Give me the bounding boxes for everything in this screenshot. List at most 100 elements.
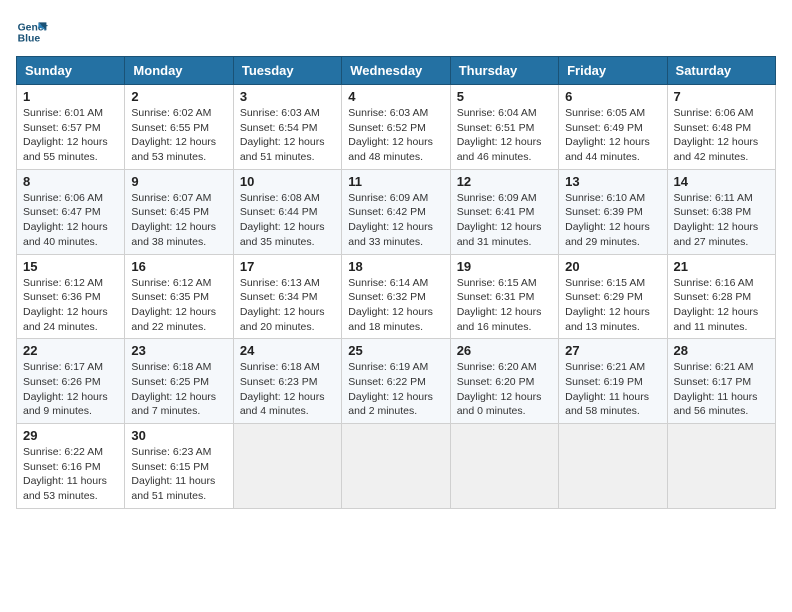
weekday-header-monday: Monday <box>125 57 233 85</box>
day-number: 11 <box>348 174 443 189</box>
weekday-header-friday: Friday <box>559 57 667 85</box>
day-info: Sunrise: 6:03 AM Sunset: 6:54 PM Dayligh… <box>240 106 335 165</box>
weekday-header-wednesday: Wednesday <box>342 57 450 85</box>
day-info: Sunrise: 6:15 AM Sunset: 6:29 PM Dayligh… <box>565 276 660 335</box>
calendar-cell: 19 Sunrise: 6:15 AM Sunset: 6:31 PM Dayl… <box>450 254 558 339</box>
calendar-cell <box>667 424 775 509</box>
day-info: Sunrise: 6:18 AM Sunset: 6:23 PM Dayligh… <box>240 360 335 419</box>
calendar-table: SundayMondayTuesdayWednesdayThursdayFrid… <box>16 56 776 509</box>
day-number: 27 <box>565 343 660 358</box>
day-info: Sunrise: 6:11 AM Sunset: 6:38 PM Dayligh… <box>674 191 769 250</box>
day-info: Sunrise: 6:02 AM Sunset: 6:55 PM Dayligh… <box>131 106 226 165</box>
day-info: Sunrise: 6:21 AM Sunset: 6:17 PM Dayligh… <box>674 360 769 419</box>
day-number: 1 <box>23 89 118 104</box>
weekday-header-thursday: Thursday <box>450 57 558 85</box>
calendar-week-3: 15 Sunrise: 6:12 AM Sunset: 6:36 PM Dayl… <box>17 254 776 339</box>
day-number: 21 <box>674 259 769 274</box>
calendar-cell: 11 Sunrise: 6:09 AM Sunset: 6:42 PM Dayl… <box>342 169 450 254</box>
calendar-cell: 12 Sunrise: 6:09 AM Sunset: 6:41 PM Dayl… <box>450 169 558 254</box>
day-number: 25 <box>348 343 443 358</box>
calendar-cell <box>450 424 558 509</box>
calendar-header: SundayMondayTuesdayWednesdayThursdayFrid… <box>17 57 776 85</box>
calendar-cell: 27 Sunrise: 6:21 AM Sunset: 6:19 PM Dayl… <box>559 339 667 424</box>
calendar-cell: 1 Sunrise: 6:01 AM Sunset: 6:57 PM Dayli… <box>17 85 125 170</box>
calendar-cell: 22 Sunrise: 6:17 AM Sunset: 6:26 PM Dayl… <box>17 339 125 424</box>
calendar-cell: 10 Sunrise: 6:08 AM Sunset: 6:44 PM Dayl… <box>233 169 341 254</box>
day-info: Sunrise: 6:10 AM Sunset: 6:39 PM Dayligh… <box>565 191 660 250</box>
day-number: 18 <box>348 259 443 274</box>
day-info: Sunrise: 6:16 AM Sunset: 6:28 PM Dayligh… <box>674 276 769 335</box>
day-info: Sunrise: 6:04 AM Sunset: 6:51 PM Dayligh… <box>457 106 552 165</box>
day-info: Sunrise: 6:23 AM Sunset: 6:15 PM Dayligh… <box>131 445 226 504</box>
calendar-cell: 7 Sunrise: 6:06 AM Sunset: 6:48 PM Dayli… <box>667 85 775 170</box>
day-info: Sunrise: 6:06 AM Sunset: 6:47 PM Dayligh… <box>23 191 118 250</box>
day-number: 19 <box>457 259 552 274</box>
day-info: Sunrise: 6:14 AM Sunset: 6:32 PM Dayligh… <box>348 276 443 335</box>
calendar-cell: 28 Sunrise: 6:21 AM Sunset: 6:17 PM Dayl… <box>667 339 775 424</box>
calendar-cell <box>233 424 341 509</box>
calendar-cell: 15 Sunrise: 6:12 AM Sunset: 6:36 PM Dayl… <box>17 254 125 339</box>
calendar-cell: 21 Sunrise: 6:16 AM Sunset: 6:28 PM Dayl… <box>667 254 775 339</box>
day-info: Sunrise: 6:05 AM Sunset: 6:49 PM Dayligh… <box>565 106 660 165</box>
calendar-cell: 6 Sunrise: 6:05 AM Sunset: 6:49 PM Dayli… <box>559 85 667 170</box>
day-number: 29 <box>23 428 118 443</box>
day-number: 16 <box>131 259 226 274</box>
calendar-cell: 4 Sunrise: 6:03 AM Sunset: 6:52 PM Dayli… <box>342 85 450 170</box>
calendar-cell <box>342 424 450 509</box>
calendar-week-5: 29 Sunrise: 6:22 AM Sunset: 6:16 PM Dayl… <box>17 424 776 509</box>
day-number: 9 <box>131 174 226 189</box>
calendar-cell: 8 Sunrise: 6:06 AM Sunset: 6:47 PM Dayli… <box>17 169 125 254</box>
day-info: Sunrise: 6:01 AM Sunset: 6:57 PM Dayligh… <box>23 106 118 165</box>
calendar-cell: 13 Sunrise: 6:10 AM Sunset: 6:39 PM Dayl… <box>559 169 667 254</box>
day-info: Sunrise: 6:18 AM Sunset: 6:25 PM Dayligh… <box>131 360 226 419</box>
day-number: 2 <box>131 89 226 104</box>
calendar-cell <box>559 424 667 509</box>
day-info: Sunrise: 6:06 AM Sunset: 6:48 PM Dayligh… <box>674 106 769 165</box>
day-info: Sunrise: 6:03 AM Sunset: 6:52 PM Dayligh… <box>348 106 443 165</box>
weekday-header-tuesday: Tuesday <box>233 57 341 85</box>
day-info: Sunrise: 6:12 AM Sunset: 6:36 PM Dayligh… <box>23 276 118 335</box>
day-number: 10 <box>240 174 335 189</box>
weekday-header-saturday: Saturday <box>667 57 775 85</box>
calendar-cell: 23 Sunrise: 6:18 AM Sunset: 6:25 PM Dayl… <box>125 339 233 424</box>
day-info: Sunrise: 6:19 AM Sunset: 6:22 PM Dayligh… <box>348 360 443 419</box>
day-info: Sunrise: 6:07 AM Sunset: 6:45 PM Dayligh… <box>131 191 226 250</box>
calendar-cell: 3 Sunrise: 6:03 AM Sunset: 6:54 PM Dayli… <box>233 85 341 170</box>
day-number: 20 <box>565 259 660 274</box>
calendar-cell: 14 Sunrise: 6:11 AM Sunset: 6:38 PM Dayl… <box>667 169 775 254</box>
day-number: 30 <box>131 428 226 443</box>
day-number: 13 <box>565 174 660 189</box>
calendar-cell: 9 Sunrise: 6:07 AM Sunset: 6:45 PM Dayli… <box>125 169 233 254</box>
day-number: 14 <box>674 174 769 189</box>
calendar-cell: 17 Sunrise: 6:13 AM Sunset: 6:34 PM Dayl… <box>233 254 341 339</box>
calendar-cell: 2 Sunrise: 6:02 AM Sunset: 6:55 PM Dayli… <box>125 85 233 170</box>
calendar-cell: 24 Sunrise: 6:18 AM Sunset: 6:23 PM Dayl… <box>233 339 341 424</box>
day-info: Sunrise: 6:22 AM Sunset: 6:16 PM Dayligh… <box>23 445 118 504</box>
calendar-cell: 5 Sunrise: 6:04 AM Sunset: 6:51 PM Dayli… <box>450 85 558 170</box>
day-info: Sunrise: 6:13 AM Sunset: 6:34 PM Dayligh… <box>240 276 335 335</box>
day-number: 24 <box>240 343 335 358</box>
calendar-cell: 16 Sunrise: 6:12 AM Sunset: 6:35 PM Dayl… <box>125 254 233 339</box>
calendar-cell: 20 Sunrise: 6:15 AM Sunset: 6:29 PM Dayl… <box>559 254 667 339</box>
weekday-header-sunday: Sunday <box>17 57 125 85</box>
calendar-cell: 30 Sunrise: 6:23 AM Sunset: 6:15 PM Dayl… <box>125 424 233 509</box>
day-info: Sunrise: 6:09 AM Sunset: 6:41 PM Dayligh… <box>457 191 552 250</box>
calendar-week-4: 22 Sunrise: 6:17 AM Sunset: 6:26 PM Dayl… <box>17 339 776 424</box>
logo: General Blue <box>16 16 56 48</box>
day-number: 3 <box>240 89 335 104</box>
day-number: 8 <box>23 174 118 189</box>
calendar-week-1: 1 Sunrise: 6:01 AM Sunset: 6:57 PM Dayli… <box>17 85 776 170</box>
day-number: 7 <box>674 89 769 104</box>
day-number: 5 <box>457 89 552 104</box>
calendar-cell: 29 Sunrise: 6:22 AM Sunset: 6:16 PM Dayl… <box>17 424 125 509</box>
day-number: 26 <box>457 343 552 358</box>
day-number: 15 <box>23 259 118 274</box>
day-info: Sunrise: 6:12 AM Sunset: 6:35 PM Dayligh… <box>131 276 226 335</box>
day-number: 23 <box>131 343 226 358</box>
day-number: 28 <box>674 343 769 358</box>
day-info: Sunrise: 6:17 AM Sunset: 6:26 PM Dayligh… <box>23 360 118 419</box>
calendar-cell: 18 Sunrise: 6:14 AM Sunset: 6:32 PM Dayl… <box>342 254 450 339</box>
day-info: Sunrise: 6:09 AM Sunset: 6:42 PM Dayligh… <box>348 191 443 250</box>
calendar-cell: 26 Sunrise: 6:20 AM Sunset: 6:20 PM Dayl… <box>450 339 558 424</box>
page-header: General Blue <box>16 16 776 48</box>
